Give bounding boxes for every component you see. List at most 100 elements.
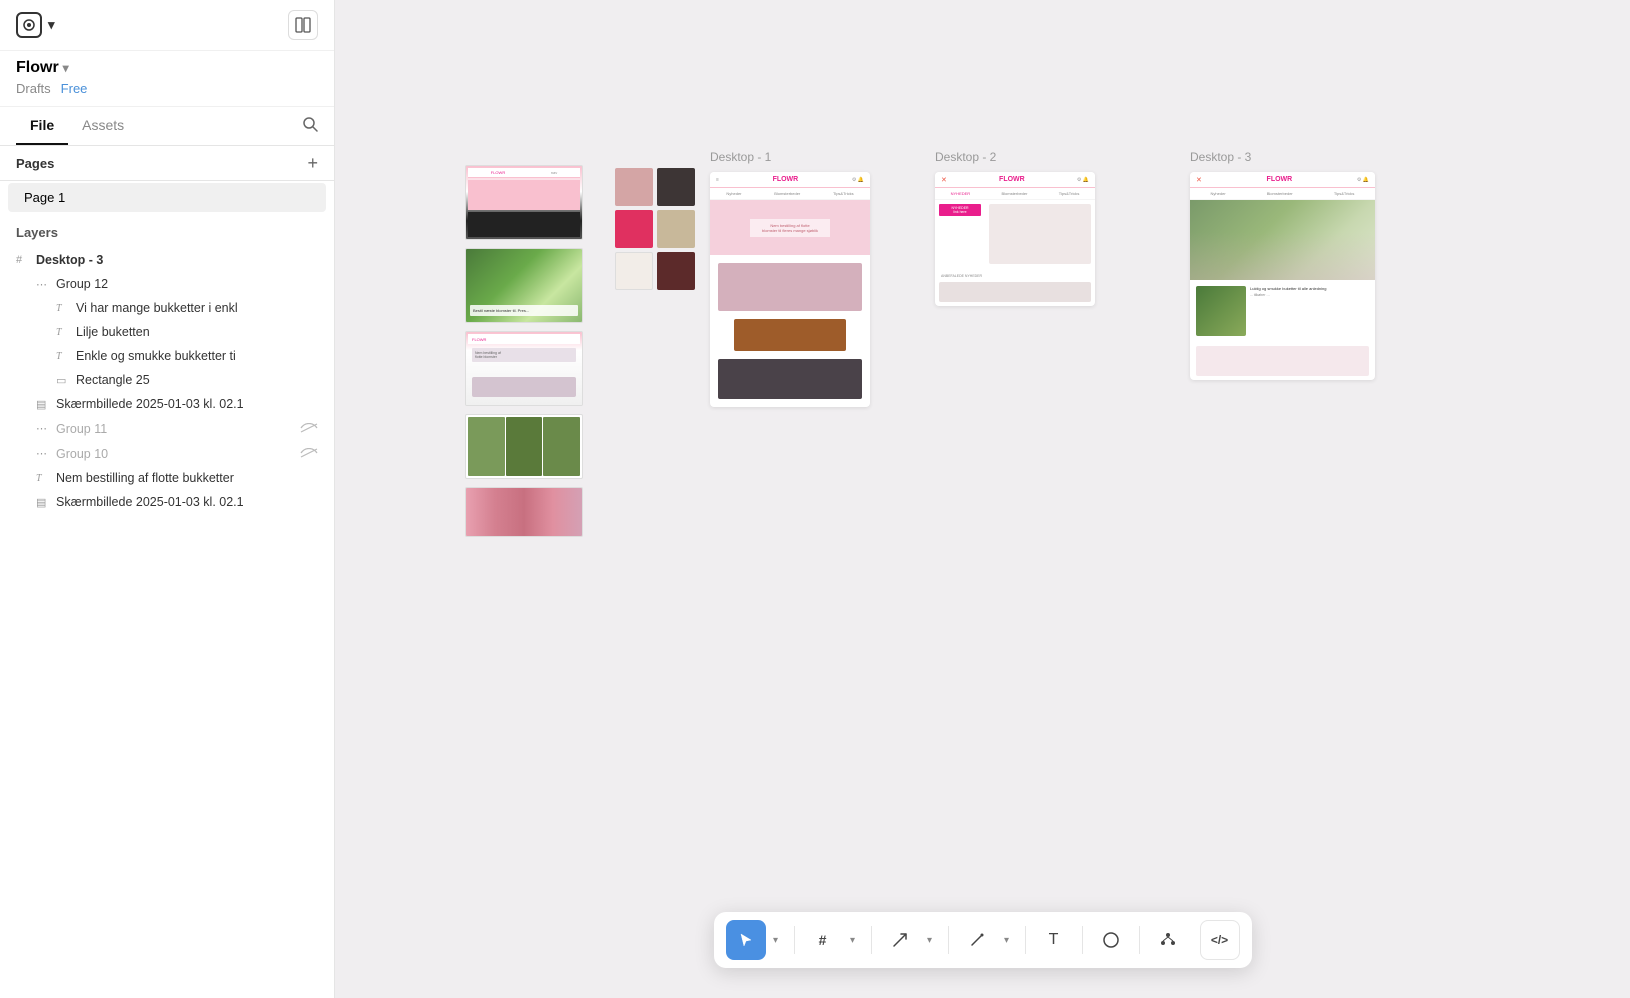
image-icon: ▤: [36, 398, 50, 411]
text-icon: T: [56, 351, 70, 362]
desktop2-mockup: ✕ FLOWR ⚙ 🔔 NYHEDER Blomsterbeder Tips&T…: [935, 172, 1095, 306]
frame-tool-dropdown[interactable]: ▾: [843, 920, 863, 960]
text-icon: T: [56, 327, 70, 338]
toolbar: ▾ # ▾ ▾ ▾ T: [714, 912, 1252, 968]
text-icon: T: [56, 303, 70, 314]
desktop1-frame: Desktop - 1 ≡ FLOWR ⚙ 🔔 Nyheder Blomster…: [710, 150, 870, 407]
project-status: Drafts Free: [16, 81, 318, 96]
layer-label: Group 12: [56, 277, 318, 291]
swatch-3: [615, 210, 653, 248]
file-assets-tabs: File Assets: [16, 107, 138, 145]
line-tool-group: ▾: [880, 920, 940, 960]
line-tool-dropdown[interactable]: ▾: [920, 920, 940, 960]
layer-screenshot2[interactable]: ▤ Skærmbillede 2025-01-03 kl. 02.1: [0, 490, 334, 514]
canvas-area: FLOWRnav Bestil næste blomster til. Pres…: [335, 0, 1630, 998]
desktop3-label: Desktop - 3: [1190, 150, 1375, 164]
layer-text3[interactable]: T Enkle og smukke bukketter ti: [0, 344, 334, 368]
select-tool-button[interactable]: [726, 920, 766, 960]
layer-group12[interactable]: ⋯ Group 12: [0, 272, 334, 296]
swatch-2: [657, 168, 695, 206]
divider-5: [1082, 926, 1083, 954]
pages-section: Pages +: [0, 146, 334, 181]
layer-screenshot1[interactable]: ▤ Skærmbillede 2025-01-03 kl. 02.1: [0, 392, 334, 416]
color-swatches: [615, 168, 695, 290]
sidebar: ▾ Flowr ▾ Drafts Free File Assets: [0, 0, 335, 998]
layer-label: Lilje buketten: [76, 325, 318, 339]
rect-icon: ▭: [56, 374, 70, 387]
line-tool-button[interactable]: [880, 920, 920, 960]
group-icon: ⋯: [36, 422, 50, 435]
search-button[interactable]: [302, 116, 318, 137]
draft-label: Drafts: [16, 81, 51, 96]
desktop3-mockup: ✕ FLOWR ⚙ 🔔 Nyheder Blomsterbeder Tips&T…: [1190, 172, 1375, 380]
desktop1-mockup: ≡ FLOWR ⚙ 🔔 Nyheder Blomsterbeder Tips&T…: [710, 172, 870, 407]
divider-6: [1139, 926, 1140, 954]
pen-tool-button[interactable]: [957, 920, 997, 960]
thumb-5: [465, 487, 583, 537]
code-button[interactable]: </>: [1200, 920, 1240, 960]
desktop1-label: Desktop - 1: [710, 150, 870, 164]
group-icon: ⋯: [36, 447, 50, 460]
project-name[interactable]: Flowr ▾: [16, 59, 318, 77]
brand-logo[interactable]: ▾: [16, 12, 55, 38]
swatch-6: [657, 252, 695, 290]
project-dropdown-icon: ▾: [63, 61, 69, 75]
thumb-1: FLOWRnav: [465, 165, 583, 240]
add-page-button[interactable]: +: [307, 154, 318, 172]
desktop2-frame: Desktop - 2 ✕ FLOWR ⚙ 🔔 NYHEDER Blomster…: [935, 150, 1095, 306]
swatch-4: [657, 210, 695, 248]
thumbnail-column: FLOWRnav Bestil næste blomster til. Pres…: [465, 165, 583, 537]
thumb-2: Bestil næste blomster til. Pres...: [465, 248, 583, 323]
layers-section: Layers: [0, 214, 334, 248]
layer-label: Group 11: [56, 422, 294, 436]
frame-tool-button[interactable]: #: [803, 920, 843, 960]
layer-group11[interactable]: ⋯ Group 11: [0, 416, 334, 441]
components-tool-button[interactable]: [1148, 920, 1188, 960]
file-assets-bar: File Assets: [0, 107, 334, 146]
select-tool-dropdown[interactable]: ▾: [766, 920, 786, 960]
layer-text4[interactable]: T Nem bestilling af flotte bukketter: [0, 466, 334, 490]
layout-toggle-button[interactable]: [288, 10, 318, 40]
layer-label: Skærmbillede 2025-01-03 kl. 02.1: [56, 495, 318, 509]
tab-file[interactable]: File: [16, 107, 68, 145]
swatch-5: [615, 252, 653, 290]
pages-title: Pages: [16, 156, 54, 171]
thumb-4: [465, 414, 583, 479]
layer-text2[interactable]: T Lilje buketten: [0, 320, 334, 344]
text-icon: T: [36, 473, 50, 484]
layer-label: Group 10: [56, 447, 294, 461]
layer-group10[interactable]: ⋯ Group 10: [0, 441, 334, 466]
select-tool-group: ▾: [726, 920, 786, 960]
desktop3-frame: Desktop - 3 ✕ FLOWR ⚙ 🔔 Nyheder Blomster…: [1190, 150, 1375, 380]
project-header: Flowr ▾ Drafts Free: [0, 51, 334, 107]
main-canvas[interactable]: FLOWRnav Bestil næste blomster til. Pres…: [335, 0, 1630, 998]
tab-assets[interactable]: Assets: [68, 107, 138, 145]
layers-title: Layers: [16, 225, 58, 240]
hidden-icon: [300, 421, 318, 436]
brand-icon: [16, 12, 42, 38]
divider-1: [794, 926, 795, 954]
plan-badge: Free: [61, 81, 88, 96]
hidden-icon: [300, 446, 318, 461]
layer-label: Desktop - 3: [36, 253, 318, 267]
sidebar-topbar: ▾: [0, 0, 334, 51]
frame-icon: #: [16, 254, 30, 266]
layer-label: Vi har mange bukketter i enkl: [76, 301, 318, 315]
desktop2-label: Desktop - 2: [935, 150, 1095, 164]
layer-label: Enkle og smukke bukketter ti: [76, 349, 318, 363]
thumb-3: FLOWR Nem bestilling afflotte blomster: [465, 331, 583, 406]
divider-3: [948, 926, 949, 954]
pen-tool-dropdown[interactable]: ▾: [997, 920, 1017, 960]
divider-4: [1025, 926, 1026, 954]
layer-label: Nem bestilling af flotte bukketter: [56, 471, 318, 485]
page-item-1[interactable]: Page 1: [8, 183, 326, 212]
layer-text1[interactable]: T Vi har mange bukketter i enkl: [0, 296, 334, 320]
brand-name: ▾: [48, 17, 55, 33]
layer-desktop3[interactable]: # Desktop - 3: [0, 248, 334, 272]
ellipse-tool-button[interactable]: [1091, 920, 1131, 960]
layer-rect25[interactable]: ▭ Rectangle 25: [0, 368, 334, 392]
image-icon: ▤: [36, 496, 50, 509]
text-tool-button[interactable]: T: [1034, 920, 1074, 960]
pen-tool-group: ▾: [957, 920, 1017, 960]
layer-label: Rectangle 25: [76, 373, 318, 387]
